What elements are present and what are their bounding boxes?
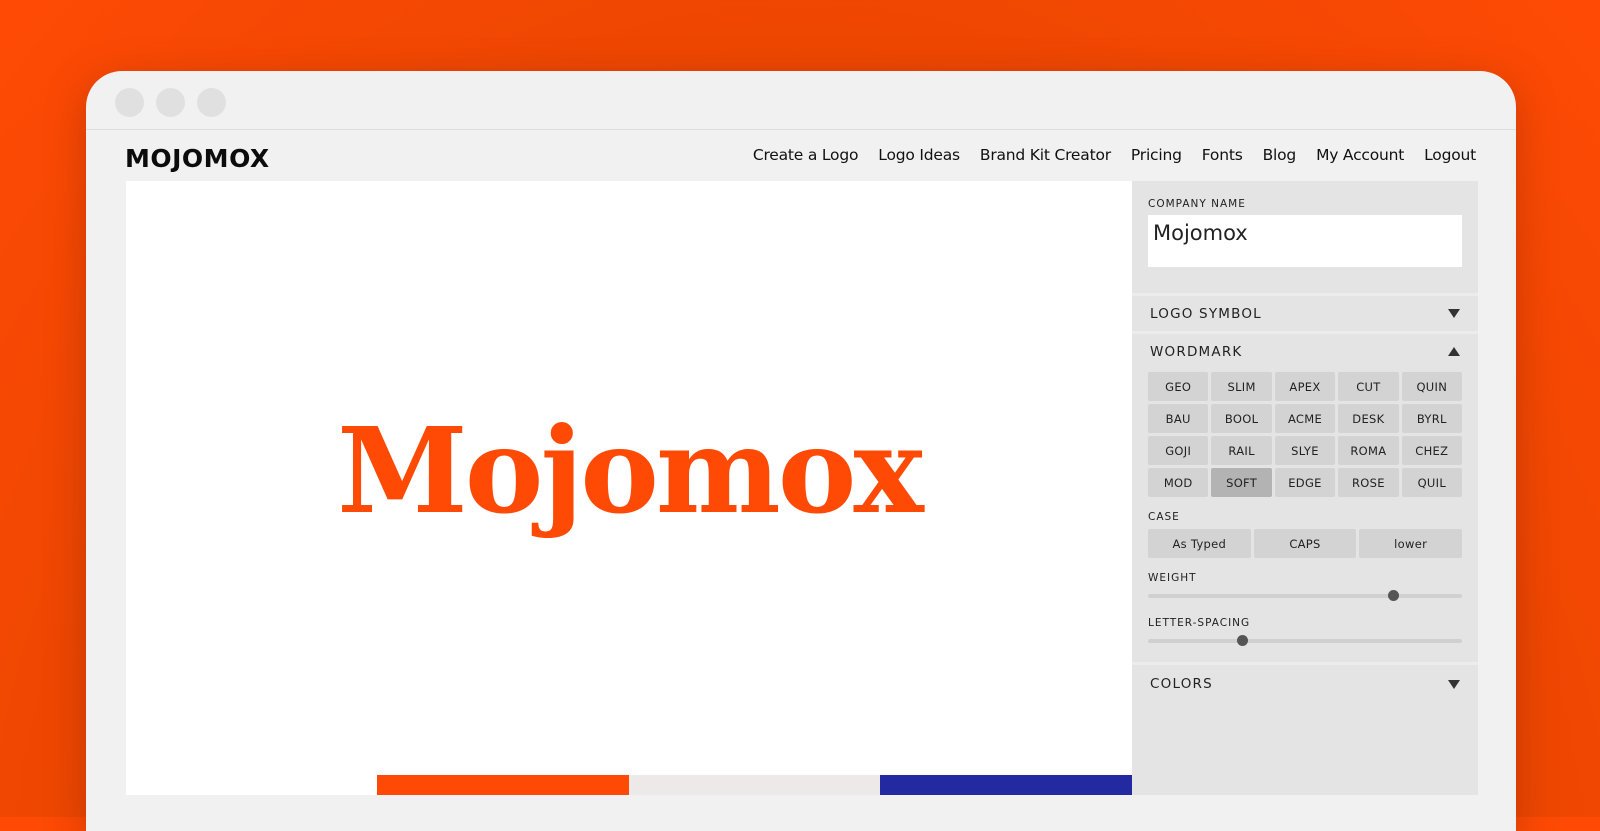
font-style-apex-button[interactable]: APEX — [1274, 372, 1336, 401]
window-maximize-dot[interactable] — [197, 88, 226, 117]
font-style-acme-button[interactable]: ACME — [1274, 404, 1336, 433]
logo-wordmark: Mojomox — [337, 401, 924, 540]
font-style-slye-button[interactable]: SLYE — [1274, 436, 1336, 465]
font-style-grid: GEO SLIM APEX CUT QUIN BAU BOOL ACME DESK BYRL GOJ… — [1148, 372, 1462, 497]
nav-fonts[interactable]: Fonts — [1202, 146, 1243, 164]
colors-header[interactable]: COLORS — [1132, 665, 1478, 703]
font-style-desk-button[interactable]: DESK — [1338, 404, 1399, 433]
nav-menu: Create a Logo Logo Ideas Brand Kit Creat… — [753, 146, 1476, 164]
browser-window: MOJOMOX Create a Logo Logo Ideas Brand K… — [86, 71, 1516, 831]
font-style-geo-button[interactable]: GEO — [1148, 372, 1209, 401]
nav-logout[interactable]: Logout — [1424, 146, 1476, 164]
case-options: As Typed CAPS lower — [1148, 529, 1462, 558]
font-style-chez-button[interactable]: CHEZ — [1401, 436, 1462, 465]
top-navigation: MOJOMOX Create a Logo Logo Ideas Brand K… — [86, 130, 1516, 178]
nav-logo-ideas[interactable]: Logo Ideas — [878, 146, 960, 164]
font-style-rose-button[interactable]: ROSE — [1338, 468, 1399, 497]
case-caps-button[interactable]: CAPS — [1253, 529, 1357, 558]
letter-spacing-slider[interactable] — [1148, 634, 1462, 648]
font-style-goji-button[interactable]: GOJI — [1148, 436, 1209, 465]
font-style-quin-button[interactable]: QUIN — [1401, 372, 1462, 401]
letter-spacing-slider-track[interactable] — [1148, 639, 1462, 643]
company-name-label: COMPANY NAME — [1148, 198, 1246, 210]
company-name-input[interactable] — [1148, 215, 1462, 267]
font-style-quil-button[interactable]: QUIL — [1401, 468, 1462, 497]
colors-label: COLORS — [1150, 676, 1213, 692]
weight-slider-thumb[interactable] — [1387, 590, 1399, 601]
color-palette-bar — [377, 775, 1133, 795]
chevron-down-icon — [1448, 309, 1460, 318]
nav-create-a-logo[interactable]: Create a Logo — [753, 146, 859, 164]
company-name-section: COMPANY NAME — [1132, 181, 1478, 296]
window-titlebar — [86, 71, 1516, 130]
font-style-mod-button[interactable]: MOD — [1148, 468, 1209, 497]
logo-symbol-header[interactable]: LOGO SYMBOL — [1132, 296, 1478, 334]
weight-slider-track[interactable] — [1148, 594, 1462, 598]
font-style-cut-button[interactable]: CUT — [1338, 372, 1399, 401]
nav-blog[interactable]: Blog — [1263, 146, 1297, 164]
font-style-roma-button[interactable]: ROMA — [1338, 436, 1399, 465]
font-style-bool-button[interactable]: BOOL — [1211, 404, 1272, 433]
window-close-dot[interactable] — [115, 88, 144, 117]
brand-logo[interactable]: MOJOMOX — [125, 144, 270, 173]
font-style-rail-button[interactable]: RAIL — [1211, 436, 1272, 465]
font-style-soft-button[interactable]: SOFT — [1211, 468, 1272, 497]
window-minimize-dot[interactable] — [156, 88, 185, 117]
color-swatch-neutral[interactable] — [628, 775, 881, 795]
font-style-bau-button[interactable]: BAU — [1148, 404, 1209, 433]
wordmark-header[interactable]: WORDMARK — [1132, 334, 1478, 369]
editor-panel: COMPANY NAME LOGO SYMBOL WORDMARK GEOSLI… — [1132, 181, 1478, 795]
letter-spacing-label: LETTER-SPACING — [1148, 617, 1251, 629]
logo-preview-canvas: Mojomox — [126, 181, 1133, 795]
chevron-down-icon — [1448, 679, 1460, 689]
logo-symbol-label: LOGO SYMBOL — [1150, 305, 1262, 322]
wordmark-section: GEO SLIM APEX CUT QUIN BAU BOOL ACME DESK BYRL GOJ… — [1132, 369, 1478, 665]
weight-slider[interactable] — [1148, 589, 1462, 603]
letter-spacing-slider-thumb[interactable] — [1237, 635, 1249, 646]
font-style-edge-button[interactable]: EDGE — [1274, 468, 1336, 497]
nav-brand-kit-creator[interactable]: Brand Kit Creator — [980, 146, 1111, 164]
font-style-byrl-button[interactable]: BYRL — [1401, 404, 1462, 433]
wordmark-label: WORDMARK — [1150, 343, 1243, 360]
chevron-up-icon — [1448, 347, 1460, 356]
color-swatch-primary[interactable] — [377, 775, 629, 795]
nav-pricing[interactable]: Pricing — [1131, 146, 1182, 164]
color-swatch-accent[interactable] — [880, 775, 1133, 795]
nav-my-account[interactable]: My Account — [1316, 146, 1404, 164]
weight-label: WEIGHT — [1148, 572, 1197, 584]
case-lower-button[interactable]: lower — [1359, 529, 1462, 558]
case-label: CASE — [1148, 511, 1180, 523]
font-style-slim-button[interactable]: SLIM — [1211, 372, 1272, 401]
case-as-typed-button[interactable]: As Typed — [1148, 529, 1251, 558]
